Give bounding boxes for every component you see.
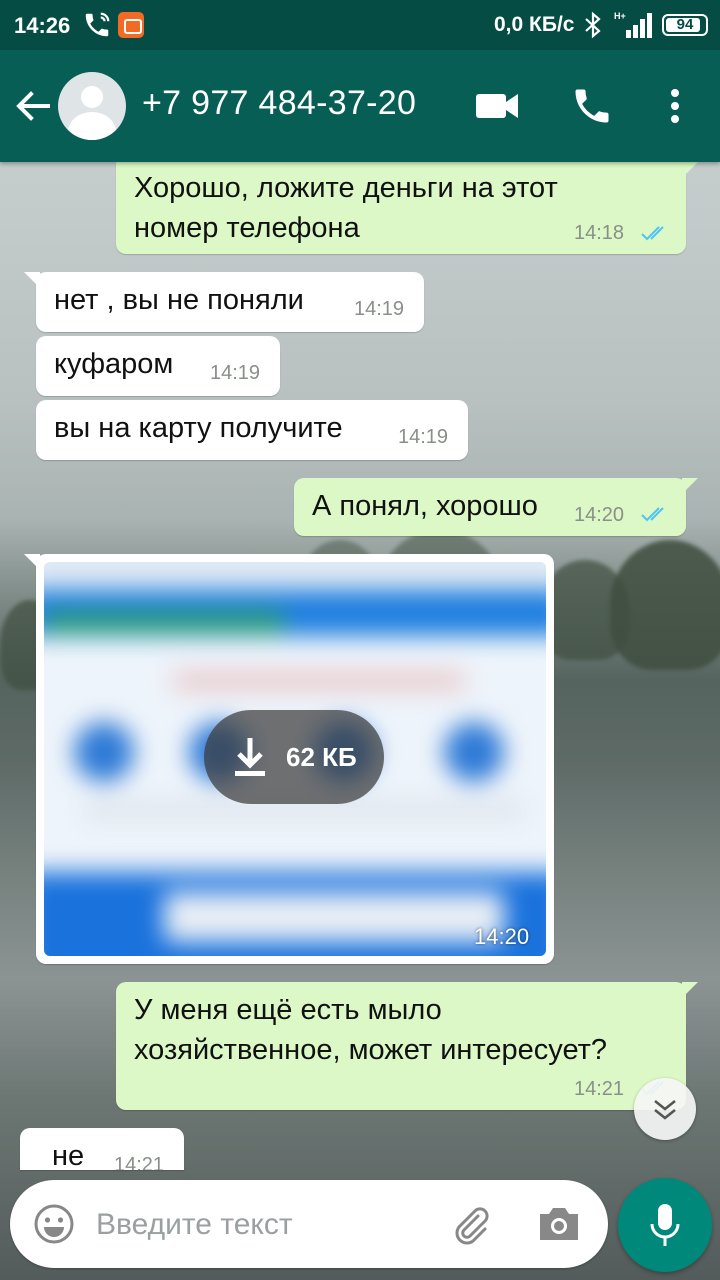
message-text: нет , вы не поняли	[54, 284, 304, 316]
avatar[interactable]	[58, 72, 126, 140]
status-bar: 14:26 0,0 КБ/с H+ 94	[0, 0, 720, 50]
scroll-to-bottom-button[interactable]	[634, 1078, 696, 1140]
status-time: 14:26	[14, 13, 71, 38]
read-receipt-icon	[641, 226, 664, 241]
emoji-icon[interactable]	[32, 1202, 76, 1246]
message-text: куфаром	[54, 348, 174, 380]
network-speed: 0,0 КБ/с	[494, 13, 575, 36]
message-outgoing[interactable]: Хорошо, ложите деньги на этот номер теле…	[116, 148, 698, 254]
message-input[interactable]	[96, 1202, 426, 1248]
mic-button[interactable]	[618, 1178, 712, 1272]
message-text: У меня ещё есть мыло хозяйственное, може…	[134, 994, 608, 1066]
message-incoming[interactable]: нет , вы не поняли 14:19	[24, 272, 424, 332]
message-text: вы на карту получите	[54, 412, 343, 444]
message-composer	[10, 1180, 608, 1268]
message-text: не	[52, 1140, 85, 1170]
message-time: 14:18	[574, 222, 625, 244]
message-time: 14:21	[114, 1154, 165, 1170]
message-time: 14:21	[574, 1078, 625, 1100]
signal-icon: H+	[614, 11, 652, 38]
download-button[interactable]: 62 КБ	[204, 710, 384, 804]
message-time: 14:20	[474, 924, 530, 949]
message-incoming[interactable]: вы на карту получите 14:19	[36, 400, 468, 460]
message-outgoing[interactable]: У меня ещё есть мыло хозяйственное, може…	[116, 982, 698, 1110]
contact-name[interactable]: +7 977 484-37-20	[142, 84, 416, 123]
chat-header: +7 977 484-37-20	[0, 50, 720, 162]
message-text: А понял, хорошо	[312, 490, 538, 522]
back-arrow-icon[interactable]	[12, 88, 52, 124]
double-chevron-down-icon	[654, 1099, 676, 1120]
download-size: 62 КБ	[286, 742, 357, 772]
message-time: 14:19	[354, 298, 405, 320]
app-notification-icon	[118, 12, 144, 38]
camera-icon[interactable]	[536, 1204, 582, 1244]
attach-icon[interactable]	[448, 1202, 492, 1246]
battery-icon: 94	[662, 14, 708, 36]
read-receipt-icon	[641, 507, 664, 522]
battery-level: 94	[676, 16, 694, 33]
bluetooth-icon	[585, 11, 601, 39]
more-vert-icon[interactable]	[660, 86, 690, 126]
video-call-icon[interactable]	[474, 88, 520, 122]
message-time: 14:20	[574, 504, 625, 526]
message-outgoing[interactable]: А понял, хорошо 14:20	[294, 478, 698, 536]
message-incoming[interactable]: куфаром 14:19	[36, 336, 280, 396]
mic-icon	[650, 1204, 680, 1246]
phone-call-icon	[85, 12, 110, 37]
message-time: 14:19	[398, 426, 449, 448]
download-icon	[235, 738, 265, 776]
phone-icon[interactable]	[570, 84, 614, 128]
message-time: 14:19	[210, 362, 261, 384]
message-text: Хорошо, ложите деньги на этот номер теле…	[134, 172, 558, 244]
network-type: H+	[614, 11, 626, 21]
message-incoming[interactable]: не 14:21	[20, 1128, 184, 1170]
